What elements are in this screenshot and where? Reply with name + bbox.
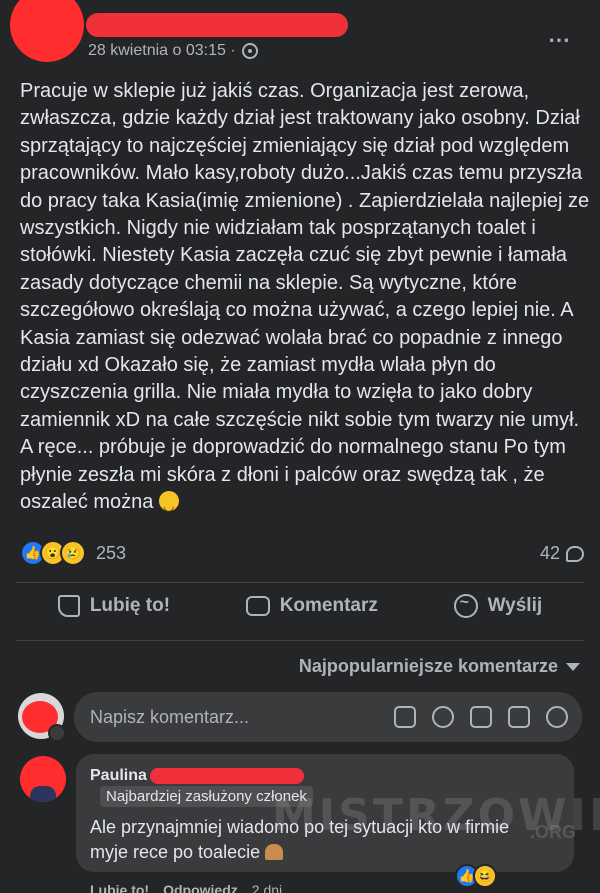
- divider: [16, 640, 584, 641]
- sort-label: Najpopularniejsze komentarze: [298, 656, 558, 676]
- post-action-bar: Lubię to! Komentarz Wyślij: [0, 594, 600, 618]
- like-label: Lubię to!: [89, 595, 171, 616]
- comment-count: 42: [539, 543, 560, 563]
- chevron-down-icon[interactable]: [48, 724, 66, 742]
- comment-input-box: [74, 692, 582, 742]
- comment-count-link[interactable]: 42: [540, 543, 584, 564]
- messenger-icon: [453, 594, 478, 618]
- gif-icon[interactable]: [508, 706, 530, 728]
- comment-reply-link[interactable]: Odpowiedz: [163, 882, 238, 893]
- reaction-count: 253: [96, 542, 127, 563]
- thumbs-up-icon: [57, 595, 80, 617]
- praying-hands-emoji-icon: [265, 844, 284, 860]
- divider: [16, 582, 584, 583]
- sad-reaction-icon: 😢: [60, 540, 86, 566]
- send-button[interactable]: Wyślij: [453, 594, 543, 618]
- comment-input[interactable]: [90, 706, 380, 728]
- author-avatar-redacted[interactable]: [10, 0, 84, 62]
- caret-down-icon: [566, 662, 580, 671]
- post-text-container: Pracuje w sklepie już jakiś czas. Organi…: [20, 78, 590, 519]
- commenter-avatar[interactable]: [20, 756, 66, 802]
- comment-button[interactable]: Komentarz: [245, 594, 378, 618]
- sticker-icon[interactable]: [546, 706, 568, 728]
- post-meta: 28 kwietnia o 03:15 ·: [88, 42, 258, 60]
- smile-emoji-icon: [158, 491, 179, 519]
- emoji-icon[interactable]: [432, 706, 454, 728]
- camera-icon[interactable]: [470, 706, 492, 728]
- laugh-reaction-icon: 😆: [473, 864, 497, 888]
- comment-bubble-icon: [566, 545, 584, 562]
- avatar-sticker-icon[interactable]: [394, 706, 416, 728]
- send-label: Wyślij: [487, 595, 543, 616]
- comment-like-link[interactable]: Lubię to!: [90, 882, 149, 893]
- commenter-surname-redacted: [150, 768, 304, 784]
- watermark-domain: .ORG: [530, 822, 577, 842]
- comment-icon: [245, 596, 270, 616]
- comment-input-tools: [394, 706, 582, 728]
- reactions-summary[interactable]: 👍 😮 😢 253: [20, 540, 126, 566]
- globe-icon: [241, 43, 258, 59]
- like-button[interactable]: Lubię to!: [57, 594, 171, 618]
- comment-reactions[interactable]: 👍 😆: [455, 864, 497, 888]
- post-text: Pracuje w sklepie już jakiś czas. Organi…: [20, 80, 590, 514]
- comment-time[interactable]: 2 dni: [252, 882, 282, 893]
- comment-actions: Lubię to! Odpowiedz 2 dni: [90, 882, 282, 893]
- comment-label: Komentarz: [279, 595, 378, 616]
- comment-author[interactable]: Paulina: [90, 767, 147, 785]
- author-name-redacted[interactable]: [86, 13, 348, 37]
- post-timestamp[interactable]: 28 kwietnia o 03:15 ·: [88, 42, 236, 60]
- more-options-icon[interactable]: ⋯: [548, 27, 572, 53]
- comment-sort-dropdown[interactable]: Najpopularniejsze komentarze: [299, 656, 580, 677]
